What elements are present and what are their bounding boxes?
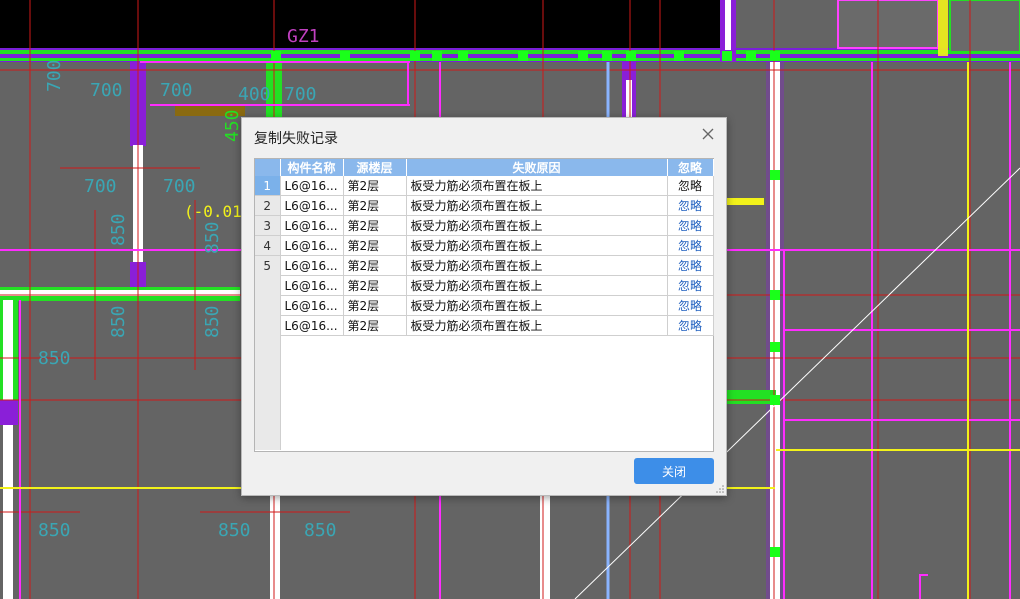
dialog-title: 复制失败记录 <box>254 131 338 147</box>
row-number[interactable]: 2 <box>255 195 281 216</box>
dim-text: 850 <box>38 348 71 369</box>
source-floor-cell[interactable]: 第2层 <box>343 176 407 196</box>
table-row[interactable]: 5 L6@16... 第2层 板受力筋必须布置在板上 忽略 <box>255 255 714 276</box>
component-name-cell[interactable]: L6@16... <box>280 255 344 276</box>
failure-reason-cell[interactable]: 板受力筋必须布置在板上 <box>406 176 668 196</box>
resize-grip-icon[interactable] <box>716 485 724 493</box>
ignore-link[interactable]: 忽略 <box>667 235 714 256</box>
ignore-link[interactable]: 忽略 <box>667 176 714 196</box>
table-header-row: 构件名称 源楼层 失败原因 忽略 <box>255 159 714 176</box>
close-button[interactable]: 关闭 <box>634 458 714 484</box>
source-floor-cell[interactable]: 第2层 <box>343 275 407 296</box>
ignore-link[interactable]: 忽略 <box>667 215 714 236</box>
source-floor-cell[interactable]: 第2层 <box>343 295 407 316</box>
ignore-link[interactable]: 忽略 <box>667 195 714 216</box>
failure-reason-cell[interactable]: 板受力筋必须布置在板上 <box>406 275 668 296</box>
failure-reason-cell[interactable]: 板受力筋必须布置在板上 <box>406 195 668 216</box>
dim-text: 700 <box>163 176 196 197</box>
dim-text: 700 <box>90 80 123 101</box>
row-number[interactable]: 5 <box>255 255 281 276</box>
copy-failure-dialog: 复制失败记录 构件名称 源楼层 失败原因 忽略 1 L6@16... 第2层 板… <box>241 117 727 496</box>
source-floor-cell[interactable]: 第2层 <box>343 235 407 256</box>
table-row[interactable]: 1 L6@16... 第2层 板受力筋必须布置在板上 忽略 <box>255 176 714 196</box>
component-name-cell[interactable]: L6@16... <box>280 215 344 236</box>
column-header[interactable]: 源楼层 <box>343 159 407 176</box>
dim-text: 700 <box>160 80 193 101</box>
table-row[interactable]: 3 L6@16... 第2层 板受力筋必须布置在板上 忽略 <box>255 215 714 236</box>
dim-text: 700 <box>44 59 65 92</box>
source-floor-cell[interactable]: 第2层 <box>343 315 407 336</box>
row-number[interactable]: 1 <box>255 176 281 196</box>
column-label: GZ1 <box>287 26 320 47</box>
row-header-column <box>255 275 281 450</box>
dim-text: 700 <box>284 84 317 105</box>
table-row[interactable]: 7 L6@16... 第2层 板受力筋必须布置在板上 忽略 <box>255 295 714 316</box>
dim-text: 700 <box>84 176 117 197</box>
source-floor-cell[interactable]: 第2层 <box>343 215 407 236</box>
dim-text: 850 <box>202 305 223 338</box>
row-number[interactable]: 4 <box>255 235 281 256</box>
ignore-link[interactable]: 忽略 <box>667 295 714 316</box>
component-name-cell[interactable]: L6@16... <box>280 295 344 316</box>
ignore-link[interactable]: 忽略 <box>667 255 714 276</box>
dim-text: 850 <box>304 520 337 541</box>
component-name-cell[interactable]: L6@16... <box>280 176 344 196</box>
dim-text: 850 <box>218 520 251 541</box>
dim-text: 850 <box>202 221 223 254</box>
failure-reason-cell[interactable]: 板受力筋必须布置在板上 <box>406 215 668 236</box>
dim-text: 850 <box>108 213 129 246</box>
failure-reason-cell[interactable]: 板受力筋必须布置在板上 <box>406 235 668 256</box>
table-row[interactable]: 2 L6@16... 第2层 板受力筋必须布置在板上 忽略 <box>255 195 714 216</box>
table-row[interactable]: 8 L6@16... 第2层 板受力筋必须布置在板上 忽略 <box>255 315 714 336</box>
source-floor-cell[interactable]: 第2层 <box>343 255 407 276</box>
component-name-cell[interactable]: L6@16... <box>280 315 344 336</box>
failure-table: 构件名称 源楼层 失败原因 忽略 1 L6@16... 第2层 板受力筋必须布置… <box>255 159 714 336</box>
close-icon[interactable] <box>698 124 718 144</box>
ignore-link[interactable]: 忽略 <box>667 275 714 296</box>
dim-text: 400 <box>238 84 271 105</box>
corner-header <box>255 159 281 176</box>
failure-reason-cell[interactable]: 板受力筋必须布置在板上 <box>406 315 668 336</box>
column-header[interactable]: 忽略 <box>667 159 714 176</box>
source-floor-cell[interactable]: 第2层 <box>343 195 407 216</box>
column-header[interactable]: 失败原因 <box>406 159 668 176</box>
table-row[interactable]: 6 L6@16... 第2层 板受力筋必须布置在板上 忽略 <box>255 275 714 296</box>
failure-reason-cell[interactable]: 板受力筋必须布置在板上 <box>406 295 668 316</box>
dim-text: 850 <box>108 305 129 338</box>
dim-text: 450 <box>222 109 243 142</box>
component-name-cell[interactable]: L6@16... <box>280 235 344 256</box>
column-header[interactable]: 构件名称 <box>280 159 344 176</box>
table-row[interactable]: 4 L6@16... 第2层 板受力筋必须布置在板上 忽略 <box>255 235 714 256</box>
failure-reason-cell[interactable]: 板受力筋必须布置在板上 <box>406 255 668 276</box>
dim-text: 850 <box>38 520 71 541</box>
component-name-cell[interactable]: L6@16... <box>280 275 344 296</box>
row-number[interactable]: 3 <box>255 215 281 236</box>
component-name-cell[interactable]: L6@16... <box>280 195 344 216</box>
ignore-link[interactable]: 忽略 <box>667 315 714 336</box>
failure-record-grid[interactable]: 构件名称 源楼层 失败原因 忽略 1 L6@16... 第2层 板受力筋必须布置… <box>254 158 714 452</box>
